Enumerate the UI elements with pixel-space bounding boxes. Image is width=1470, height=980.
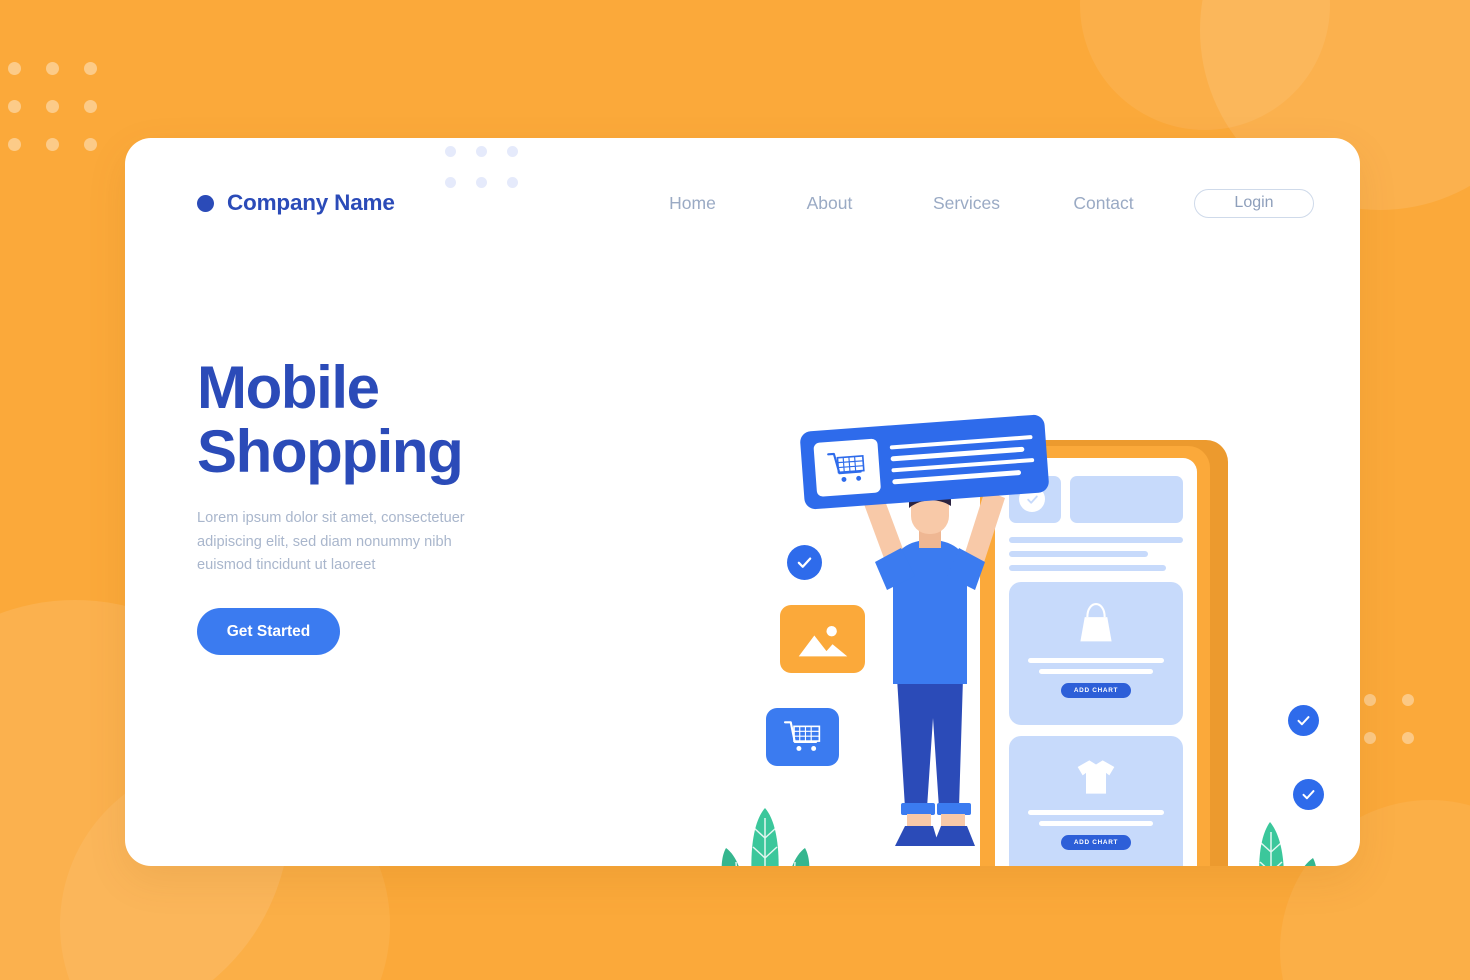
nav-item-about[interactable]: About: [761, 187, 898, 220]
nav-item-contact[interactable]: Contact: [1035, 187, 1172, 220]
phone-text-line: [1009, 565, 1166, 571]
hero-subtitle: Lorem ipsum dolor sit amet, consectetuer…: [197, 510, 465, 574]
image-photo-icon-card[interactable]: [780, 605, 865, 673]
product-text-line: [1028, 658, 1164, 663]
hero-illustration: ADD CHART ADD CHART: [580, 278, 1324, 866]
brand-name: Company Name: [227, 190, 395, 215]
hero-title-line2: Shopping: [197, 417, 464, 485]
page-title: Mobile Shopping: [197, 356, 537, 483]
product-text-line: [1038, 821, 1154, 826]
product-text-line: [1038, 669, 1154, 674]
phone-text-line: [1009, 551, 1149, 557]
product-text-line: [1028, 810, 1164, 815]
tshirt-icon: [1077, 760, 1115, 794]
nav-item-services[interactable]: Services: [898, 187, 1035, 220]
dot-grid-top-left: [8, 62, 122, 176]
image-photo-icon: [798, 626, 847, 657]
check-circle-icon-right-1: [1288, 705, 1319, 736]
shopping-cart-icon-card[interactable]: [766, 708, 839, 766]
shopping-cart-icon: [783, 721, 820, 751]
get-started-button[interactable]: Get Started: [197, 608, 340, 656]
add-chart-button[interactable]: ADD CHART: [1060, 835, 1132, 850]
phone-screen: ADD CHART ADD CHART: [995, 458, 1197, 866]
phone-banner-placeholder: [1070, 476, 1183, 523]
product-card-tshirt[interactable]: ADD CHART: [1009, 736, 1183, 866]
handbag-icon: [1080, 603, 1112, 642]
phone-text-line: [1009, 537, 1183, 543]
shopping-cart-icon: [827, 452, 865, 482]
navbar: Company Name Home About Services Contact…: [125, 138, 1360, 268]
brand-logo[interactable]: Company Name: [197, 190, 395, 216]
product-card-handbag[interactable]: ADD CHART: [1009, 582, 1183, 725]
check-circle-icon-right-2: [1293, 779, 1324, 810]
add-chart-button[interactable]: ADD CHART: [1060, 683, 1132, 698]
login-button[interactable]: Login: [1194, 188, 1314, 218]
check-circle-icon-left: [787, 545, 822, 580]
leaf-plant-right-icon: [1259, 822, 1316, 866]
leaf-plant-left-icon: [721, 808, 810, 866]
hero-copy: Mobile Shopping Lorem ipsum dolor sit am…: [197, 356, 537, 656]
notification-text-lines: [889, 428, 1035, 491]
hero-title-line1: Mobile: [197, 354, 380, 421]
background-circle-top-right-2: [1080, 0, 1330, 130]
nav-links: Home About Services Contact Login: [624, 187, 1314, 220]
person-illustration: [861, 484, 1005, 846]
notification-thumbnail: [813, 438, 882, 497]
nav-item-home[interactable]: Home: [624, 187, 761, 220]
brand-dot-icon: [197, 194, 214, 212]
hero-card: Company Name Home About Services Contact…: [125, 138, 1360, 866]
